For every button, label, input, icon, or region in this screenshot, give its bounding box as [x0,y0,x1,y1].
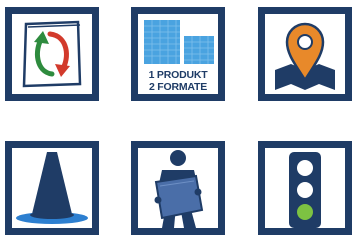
tile-carrier [131,141,225,235]
format-line-1: 1 PRODUKT [148,69,208,81]
tile-location [258,7,352,101]
person-carrying-panel-icon [154,150,204,228]
tile-carrier-inner [138,148,218,228]
traffic-cone-icon [16,152,88,224]
tile-exchange-inner [12,14,92,94]
tile-traffic-light [258,141,352,235]
map-location-pin-icon [275,22,335,90]
tile-cone-inner [12,148,92,228]
exchange-arrows-icon [22,20,82,88]
tile-formats-inner: 1 PRODUKT 2 FORMATE [138,14,218,94]
tile-formats: 1 PRODUKT 2 FORMATE [131,7,225,101]
tile-location-inner [265,14,345,94]
tile-cone [5,141,99,235]
tile-traffic-light-inner [265,148,345,228]
tile-exchange [5,7,99,101]
traffic-light-icon [289,152,321,228]
format-line-2: 2 FORMATE [148,81,208,93]
